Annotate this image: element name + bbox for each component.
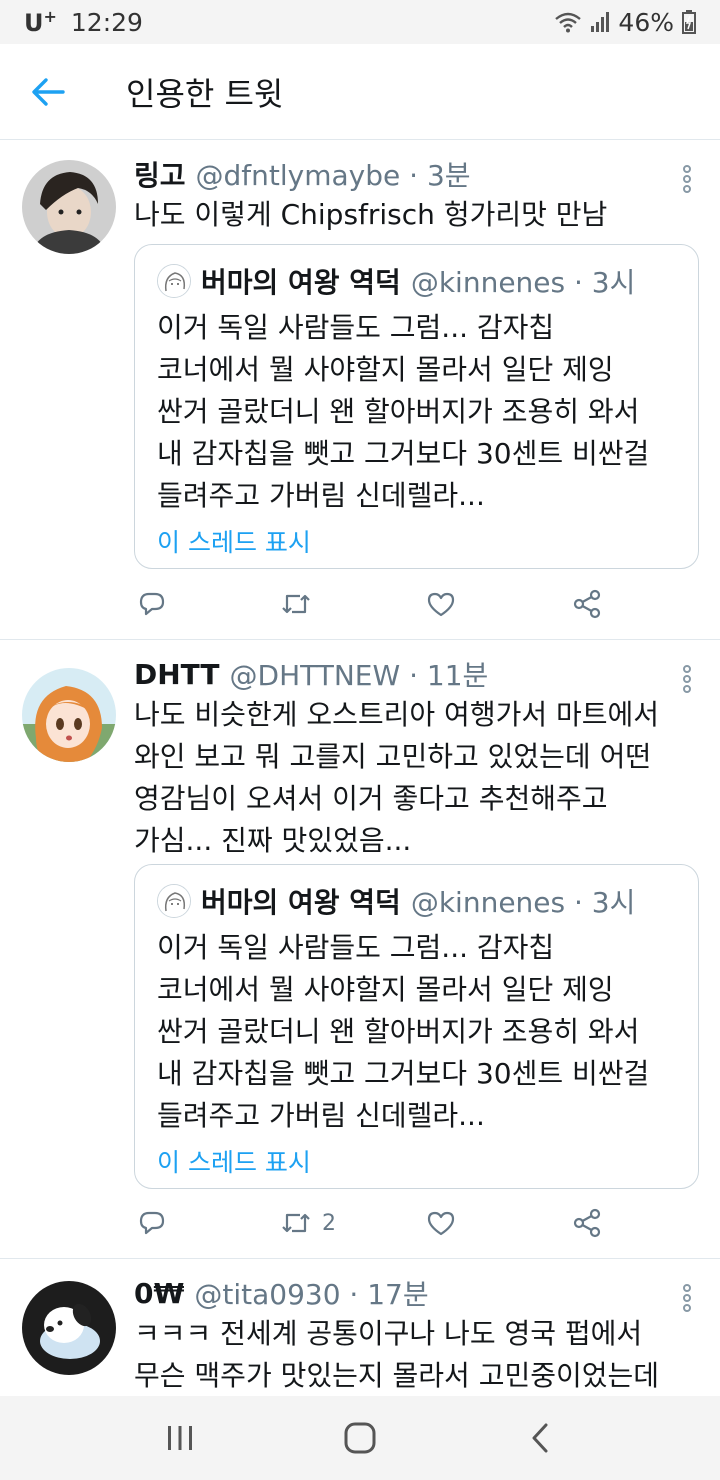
battery-percent: 46% — [618, 7, 674, 37]
quoted-author-name: 버마의 여왕 역덕 — [201, 886, 401, 919]
arrow-left-icon — [32, 77, 65, 106]
quoted-author-handle: @kinnenes · 3시 — [410, 266, 636, 299]
recent-apps-icon — [168, 1426, 192, 1450]
tweet-text: 나도 이렇게 Chipsfrisch 헝가리맛 만남 — [134, 198, 608, 231]
share-button[interactable] — [572, 584, 602, 624]
battery-icon — [682, 10, 696, 34]
avatar[interactable] — [22, 668, 116, 762]
retweet-icon — [282, 1213, 310, 1233]
quoted-author-handle: @kinnenes · 3시 — [410, 886, 636, 919]
wifi-icon — [555, 12, 582, 33]
tweet-card[interactable]: 링고 @dfntlymaybe · 3분 나도 이렇게 Chipsfrisch … — [0, 140, 720, 640]
nav-back-icon — [532, 1423, 548, 1453]
like-button[interactable] — [426, 1203, 456, 1243]
quoted-avatar — [157, 264, 191, 298]
home-icon — [344, 1422, 376, 1454]
app-bar: 인용한 트윗 — [0, 44, 720, 140]
tweet-card[interactable]: DHTT @DHTTNEW · 11분 나도 비슷한게 오스트리아 여행가서 마… — [0, 640, 720, 1259]
system-nav-bar — [0, 1396, 720, 1480]
back-button[interactable] — [0, 44, 96, 140]
reply-button[interactable] — [138, 584, 166, 624]
tweet-author-handle: @DHTTNEW · 11분 — [229, 659, 489, 692]
home-button[interactable] — [320, 1403, 400, 1473]
signal-icon — [591, 12, 610, 32]
show-thread-link[interactable]: 이 스레드 표시 — [157, 1143, 678, 1177]
share-icon — [573, 589, 601, 619]
reply-button[interactable] — [138, 1203, 166, 1243]
reply-icon — [139, 592, 165, 616]
tweet-card[interactable]: 0₩ @tita0930 · 17분 ㅋㅋㅋ 전세계 공통이구나 나도 영국 펍… — [0, 1259, 720, 1396]
tweet-author-handle: @tita0930 · 17분 — [194, 1278, 429, 1311]
like-button[interactable] — [426, 584, 456, 624]
tweet-text: 나도 비슷한게 오스트리아 여행가서 마트에서 와인 보고 뭐 고를지 고민하고… — [134, 698, 660, 857]
share-button[interactable] — [572, 1203, 602, 1243]
nav-back-button[interactable] — [500, 1403, 580, 1473]
quoted-text: 이거 독일 사람들도 그럼... 감자칩 코너에서 뭘 사야할지 몰라서 일단 … — [157, 311, 650, 512]
retweet-count: 2 — [322, 1210, 336, 1236]
quoted-author-name: 버마의 여왕 역덕 — [201, 266, 401, 299]
share-icon — [573, 1208, 601, 1238]
quoted-avatar — [157, 884, 191, 918]
tweet-text: ㅋㅋㅋ 전세계 공통이구나 나도 영국 펍에서 무슨 맥주가 맛있는지 몰라서 … — [134, 1317, 660, 1392]
heart-icon — [427, 1211, 455, 1236]
quoted-tweet[interactable]: 버마의 여왕 역덕 @kinnenes · 3시 이거 독일 사람들도 그럼..… — [134, 244, 699, 569]
tweet-actions — [134, 584, 604, 624]
tweet-feed[interactable]: 링고 @dfntlymaybe · 3분 나도 이렇게 Chipsfrisch … — [0, 140, 720, 1396]
page-title: 인용한 트윗 — [126, 74, 284, 113]
status-bar: U+ 12:29 46% — [0, 0, 720, 44]
quoted-text: 이거 독일 사람들도 그럼... 감자칩 코너에서 뭘 사야할지 몰라서 일단 … — [157, 931, 650, 1132]
heart-icon — [427, 592, 455, 617]
tweet-author-name[interactable]: DHTT — [134, 658, 220, 691]
tweet-author-name[interactable]: 0₩ — [134, 1277, 184, 1310]
show-thread-link[interactable]: 이 스레드 표시 — [157, 523, 678, 557]
recent-apps-button[interactable] — [140, 1403, 220, 1473]
carrier-label: U+ — [24, 7, 57, 37]
tweet-author-handle: @dfntlymaybe · 3분 — [195, 159, 471, 192]
reply-icon — [139, 1211, 165, 1235]
retweet-button[interactable] — [280, 584, 322, 624]
retweet-button[interactable]: 2 — [280, 1203, 336, 1243]
avatar[interactable] — [22, 1281, 116, 1375]
quoted-tweet[interactable]: 버마의 여왕 역덕 @kinnenes · 3시 이거 독일 사람들도 그럼..… — [134, 864, 699, 1189]
tweet-author-name[interactable]: 링고 — [134, 154, 186, 194]
avatar[interactable] — [22, 160, 116, 254]
clock: 12:29 — [70, 7, 143, 37]
retweet-icon — [282, 594, 310, 614]
tweet-actions: 2 — [134, 1203, 604, 1243]
